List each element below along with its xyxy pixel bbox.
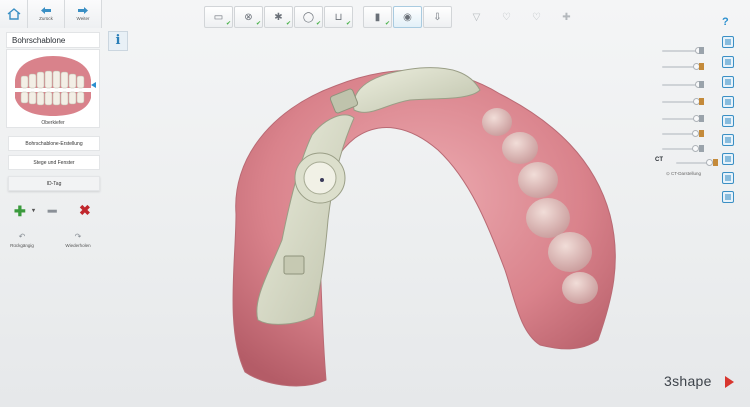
- slider-track: [662, 50, 698, 52]
- scan-green-icon: ▭: [213, 11, 224, 23]
- panel-title: Bohrschablone: [6, 32, 100, 48]
- view-top-icon[interactable]: [722, 36, 734, 48]
- funnel-icon: ▽: [472, 11, 481, 23]
- cross-puzzle-icon: ✚: [562, 11, 571, 23]
- step-bars-windows[interactable]: Stege und Fenster: [8, 155, 100, 170]
- slider-knob[interactable]: [691, 130, 699, 137]
- toolbar-button-funnel[interactable]: ▽: [462, 6, 491, 28]
- layer-icon: [699, 145, 704, 152]
- remove-icon[interactable]: ━: [48, 203, 56, 220]
- undo-button[interactable]: ↶ Rückgängig: [2, 232, 42, 248]
- view-right-icon[interactable]: [722, 96, 734, 108]
- slider-knob[interactable]: [691, 145, 699, 152]
- check-icon: ✔: [285, 21, 291, 27]
- clipping-icon[interactable]: [722, 153, 734, 165]
- guide-icon: ◉: [403, 11, 412, 23]
- slider-guide[interactable]: [656, 62, 704, 72]
- layer-icon: [699, 98, 704, 105]
- brand-logo: 3shape: [664, 373, 712, 389]
- forward-arrow-icon: [78, 7, 88, 14]
- slider-sleeve[interactable]: [656, 97, 704, 107]
- workflow-toolbar: ▭ ✔ ⊗ ✔ ✱ ✔ ◯ ✔ ⊔ ✔ ▮ ✔ ◉ ⇩ ▽ ♡ ♡ ✚: [204, 6, 581, 28]
- layer-icon: [699, 130, 704, 137]
- sleeve-icon: ⊔: [334, 11, 343, 23]
- align-icon: ⊗: [244, 11, 253, 23]
- forward-button[interactable]: Weiter: [65, 0, 102, 28]
- crown-icon: ◯: [302, 11, 315, 23]
- home-button[interactable]: [0, 0, 28, 28]
- delete-icon[interactable]: ✖: [79, 202, 91, 219]
- toolbar-button-tooth-shell[interactable]: ♡: [522, 6, 551, 28]
- layer-icon: [713, 159, 718, 166]
- redo-icon: ↷: [74, 232, 82, 241]
- ct-settings-link[interactable]: ⊙ CT-Darstellung: [666, 171, 701, 177]
- add-icon[interactable]: ✚: [14, 203, 26, 220]
- layer-icon: [699, 63, 704, 70]
- toolbar-button-guide[interactable]: ◉: [393, 6, 422, 28]
- settings-view-icon[interactable]: [722, 191, 734, 203]
- check-icon: ✔: [345, 21, 351, 27]
- tooth-outline-icon: ♡: [502, 11, 511, 23]
- layer-icon: [699, 81, 704, 88]
- slider-track: [662, 84, 698, 86]
- jaw-caption: Oberkiefer: [41, 120, 65, 126]
- info-button[interactable]: i: [108, 31, 128, 51]
- toolbar-button-align[interactable]: ⊗ ✔: [234, 6, 263, 28]
- layer-icon: [699, 47, 704, 54]
- toolbar-button-export[interactable]: ⇩: [423, 6, 452, 28]
- drill-icon: ▮: [374, 11, 381, 23]
- slider-jaw-upper[interactable]: [656, 46, 704, 56]
- toolbar-button-sleeve[interactable]: ⊔ ✔: [324, 6, 353, 28]
- toolbar-button-cross-puzzle[interactable]: ✚: [552, 6, 581, 28]
- toolbar-button-scan-green[interactable]: ▭ ✔: [204, 6, 233, 28]
- slider-implant[interactable]: [656, 80, 704, 90]
- check-icon: ✔: [384, 21, 390, 27]
- navigation-bar: Zurück Weiter: [0, 0, 102, 28]
- step-id-tag[interactable]: ID-Tag: [8, 176, 100, 191]
- 3d-viewport[interactable]: [0, 0, 750, 407]
- undo-label: Rückgängig: [10, 243, 34, 248]
- view-back-icon[interactable]: [722, 115, 734, 127]
- check-icon: ✔: [315, 21, 321, 27]
- view-front-icon[interactable]: [722, 56, 734, 68]
- check-icon: ✔: [225, 21, 231, 27]
- back-label: Zurück: [39, 16, 53, 21]
- redo-button[interactable]: ↷ Wiederholen: [58, 232, 98, 248]
- check-icon: ✔: [255, 21, 261, 27]
- view-bottom-icon[interactable]: [722, 134, 734, 146]
- ct-settings-label: CT-Darstellung: [671, 171, 702, 176]
- slider-drill[interactable]: [656, 114, 704, 124]
- view-left-icon[interactable]: [722, 76, 734, 88]
- implant-plan-icon: ✱: [274, 11, 283, 23]
- slider-nerve[interactable]: [656, 129, 704, 139]
- export-icon: ⇩: [433, 11, 442, 23]
- undo-icon: ↶: [18, 232, 26, 241]
- layer-icon: [699, 115, 704, 122]
- toolbar-button-drill[interactable]: ▮ ✔: [363, 6, 392, 28]
- slider-gingiva[interactable]: [656, 144, 704, 154]
- slider-ct[interactable]: [670, 158, 718, 168]
- back-arrow-icon: [41, 7, 51, 14]
- back-button[interactable]: Zurück: [28, 0, 65, 28]
- home-icon: [7, 8, 20, 20]
- brand-triangle-icon: [725, 376, 734, 388]
- step-guide-creation[interactable]: Bohrschablone-Erstellung: [8, 136, 100, 151]
- toolbar-button-tooth-outline[interactable]: ♡: [492, 6, 521, 28]
- redo-label: Wiederholen: [65, 243, 91, 248]
- ct-label: CT: [655, 157, 663, 163]
- toolbar-button-crown[interactable]: ◯ ✔: [294, 6, 323, 28]
- tooth-shell-icon: ♡: [532, 11, 541, 23]
- forward-label: Weiter: [76, 16, 90, 21]
- screenshot-icon[interactable]: [722, 172, 734, 184]
- selection-arrow-icon: [91, 82, 96, 88]
- denture-icon: [15, 56, 91, 116]
- add-dropdown-icon[interactable]: ▾: [32, 207, 35, 214]
- jaw-thumbnail[interactable]: [6, 49, 100, 128]
- toolbar-button-implant-plan[interactable]: ✱ ✔: [264, 6, 293, 28]
- help-icon[interactable]: ?: [722, 16, 729, 28]
